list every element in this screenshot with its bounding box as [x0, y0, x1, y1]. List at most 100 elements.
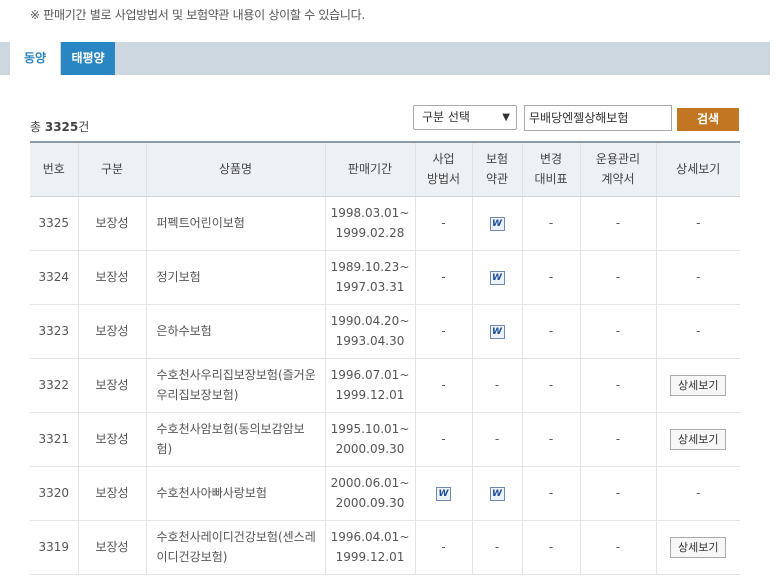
- category-select[interactable]: 구분 선택 ▼: [413, 105, 517, 130]
- detail-button[interactable]: 상세보기: [670, 536, 727, 558]
- table-row: 3323 보장성 은하수보험 1990.04.20~ 1993.04.30- W - - -: [30, 304, 740, 359]
- tab-dongyang[interactable]: 동양: [10, 42, 60, 75]
- row-change-comparison: -: [521, 412, 580, 467]
- row-number: 3322: [30, 358, 78, 413]
- row-insurance-terms: -: [471, 520, 522, 575]
- detail-button[interactable]: 상세보기: [670, 374, 727, 396]
- row-product-name: 수호천사암보험(동의보감암보험): [145, 412, 325, 467]
- table-row: 3322 보장성 수호천사우리집보장보험(즐거운우리집보장보험) 1996.07.01…: [30, 358, 740, 413]
- table-row: 3321 보장성 수호천사암보험(동의보감암보험) 1995.10.01~ 2000.0…: [30, 412, 740, 467]
- period-end: 2000.09.30: [335, 442, 405, 456]
- search-input[interactable]: 무배당엔젤상해보험: [524, 105, 672, 131]
- row-category: 보장성: [77, 412, 146, 467]
- row-change-comparison: -: [521, 520, 580, 575]
- period-end: 1993.04.30: [335, 334, 405, 348]
- period-start: 1990.04.20~: [330, 314, 410, 328]
- count-prefix: 총: [30, 120, 45, 134]
- header-category: 구분: [77, 141, 146, 197]
- row-change-comparison: -: [521, 304, 580, 359]
- total-count: 총 3325건: [30, 118, 89, 135]
- row-sale-period: 1996.04.01~ 1999.12.01: [324, 520, 415, 575]
- header-sale-period: 판매기간: [324, 141, 415, 197]
- row-number: 3325: [30, 196, 78, 251]
- row-number: 3319: [30, 520, 78, 575]
- table-header-row: 번호 구분 상품명 판매기간 사업 방법서 보험 약관 변경 대비표 운용관리 계약서 상세보기: [30, 141, 740, 197]
- period-end: 1997.03.31: [335, 280, 405, 294]
- row-change-comparison: -: [521, 466, 580, 521]
- row-insurance-terms: -: [471, 412, 522, 467]
- row-insurance-terms: W: [471, 250, 522, 305]
- row-business-method: -: [414, 196, 472, 251]
- row-sale-period: 2000.06.01~ 2000.09.30: [324, 466, 415, 521]
- period-start: 1995.10.01~: [330, 422, 410, 436]
- row-operation-contract: -: [579, 304, 656, 359]
- count-suffix: 건: [78, 120, 90, 134]
- row-business-method: -: [414, 250, 472, 305]
- table-row: 3324 보장성 정기보험 1989.10.23~ 1997.03.31- W - - -: [30, 250, 740, 305]
- row-details: 상세보기: [655, 358, 740, 413]
- row-operation-contract: -: [579, 358, 656, 413]
- period-start: 2000.06.01~: [330, 476, 410, 490]
- detail-button[interactable]: 상세보기: [670, 428, 727, 450]
- row-business-method: -: [414, 520, 472, 575]
- table-row: 3325 보장성 퍼펙트어린이보험 1998.03.01~ 1999.02.28- W - -…: [30, 196, 740, 251]
- row-product-name: 정기보험: [145, 250, 325, 305]
- table-row: 3319 보장성 수호천사레이디건강보험(센스레이디건강보험) 1996.04.01~…: [30, 520, 740, 575]
- row-number: 3320: [30, 466, 78, 521]
- count-value: 3325: [44, 120, 79, 134]
- period-start: 1998.03.01~: [330, 206, 410, 220]
- header-operation-contract: 운용관리 계약서: [579, 141, 656, 197]
- company-tab-bar: 동양 태평양: [0, 42, 770, 75]
- period-start: 1996.04.01~: [330, 530, 410, 544]
- header-product-name: 상품명: [145, 141, 325, 197]
- word-file-icon[interactable]: W: [436, 486, 451, 501]
- tab-taepyeongyang[interactable]: 태평양: [61, 42, 115, 75]
- word-file-icon[interactable]: W: [489, 270, 505, 285]
- search-button[interactable]: 검색: [677, 108, 739, 131]
- row-details: 상세보기: [655, 412, 740, 467]
- row-sale-period: 1990.04.20~ 1993.04.30: [324, 304, 415, 359]
- table-body: 3325 보장성 퍼펙트어린이보험 1998.03.01~ 1999.02.28- W - -…: [30, 196, 740, 575]
- header-details: 상세보기: [655, 141, 740, 197]
- word-file-icon[interactable]: W: [489, 324, 505, 339]
- row-insurance-terms: -: [471, 358, 522, 413]
- row-product-name: 퍼펙트어린이보험: [145, 196, 325, 251]
- row-sale-period: 1998.03.01~ 1999.02.28: [324, 196, 415, 251]
- row-product-name: 수호천사우리집보장보험(즐거운우리집보장보험): [145, 358, 325, 413]
- row-insurance-terms: W: [471, 304, 522, 359]
- row-operation-contract: -: [579, 412, 656, 467]
- row-operation-contract: -: [579, 520, 656, 575]
- row-change-comparison: -: [521, 196, 580, 251]
- row-change-comparison: -: [521, 358, 580, 413]
- row-operation-contract: -: [579, 466, 656, 521]
- row-insurance-terms: W: [471, 466, 522, 521]
- row-number: 3324: [30, 250, 78, 305]
- row-insurance-terms: W: [471, 196, 522, 251]
- row-sale-period: 1995.10.01~ 2000.09.30: [324, 412, 415, 467]
- row-product-name: 수호천사레이디건강보험(센스레이디건강보험): [145, 520, 325, 575]
- row-details: 상세보기: [655, 520, 740, 575]
- row-category: 보장성: [77, 250, 146, 305]
- row-details: -: [655, 304, 740, 359]
- word-file-icon[interactable]: W: [489, 216, 505, 231]
- row-business-method: W: [414, 466, 472, 521]
- notice-text: ※ 판매기간 별로 사업방법서 및 보험약관 내용이 상이할 수 있습니다.: [30, 8, 365, 22]
- period-start: 1996.07.01~: [330, 368, 410, 382]
- row-number: 3321: [30, 412, 78, 467]
- row-category: 보장성: [77, 304, 146, 359]
- row-business-method: -: [414, 358, 472, 413]
- row-details: -: [655, 250, 740, 305]
- product-table: 번호 구분 상품명 판매기간 사업 방법서 보험 약관 변경 대비표 운용관리 계약서 상세보기…: [30, 141, 740, 575]
- word-file-icon[interactable]: W: [489, 486, 505, 501]
- row-product-name: 은하수보험: [145, 304, 325, 359]
- row-operation-contract: -: [579, 250, 656, 305]
- row-sale-period: 1996.07.01~ 1999.12.01: [324, 358, 415, 413]
- period-end: 2000.09.30: [335, 496, 405, 510]
- period-end: 1999.12.01: [335, 388, 405, 402]
- category-select-value: 구분 선택: [422, 110, 470, 124]
- period-end: 1999.02.28: [335, 226, 405, 240]
- period-end: 1999.12.01: [335, 550, 405, 564]
- header-business-method: 사업 방법서: [414, 141, 472, 197]
- row-sale-period: 1989.10.23~ 1997.03.31: [324, 250, 415, 305]
- header-number: 번호: [30, 141, 78, 197]
